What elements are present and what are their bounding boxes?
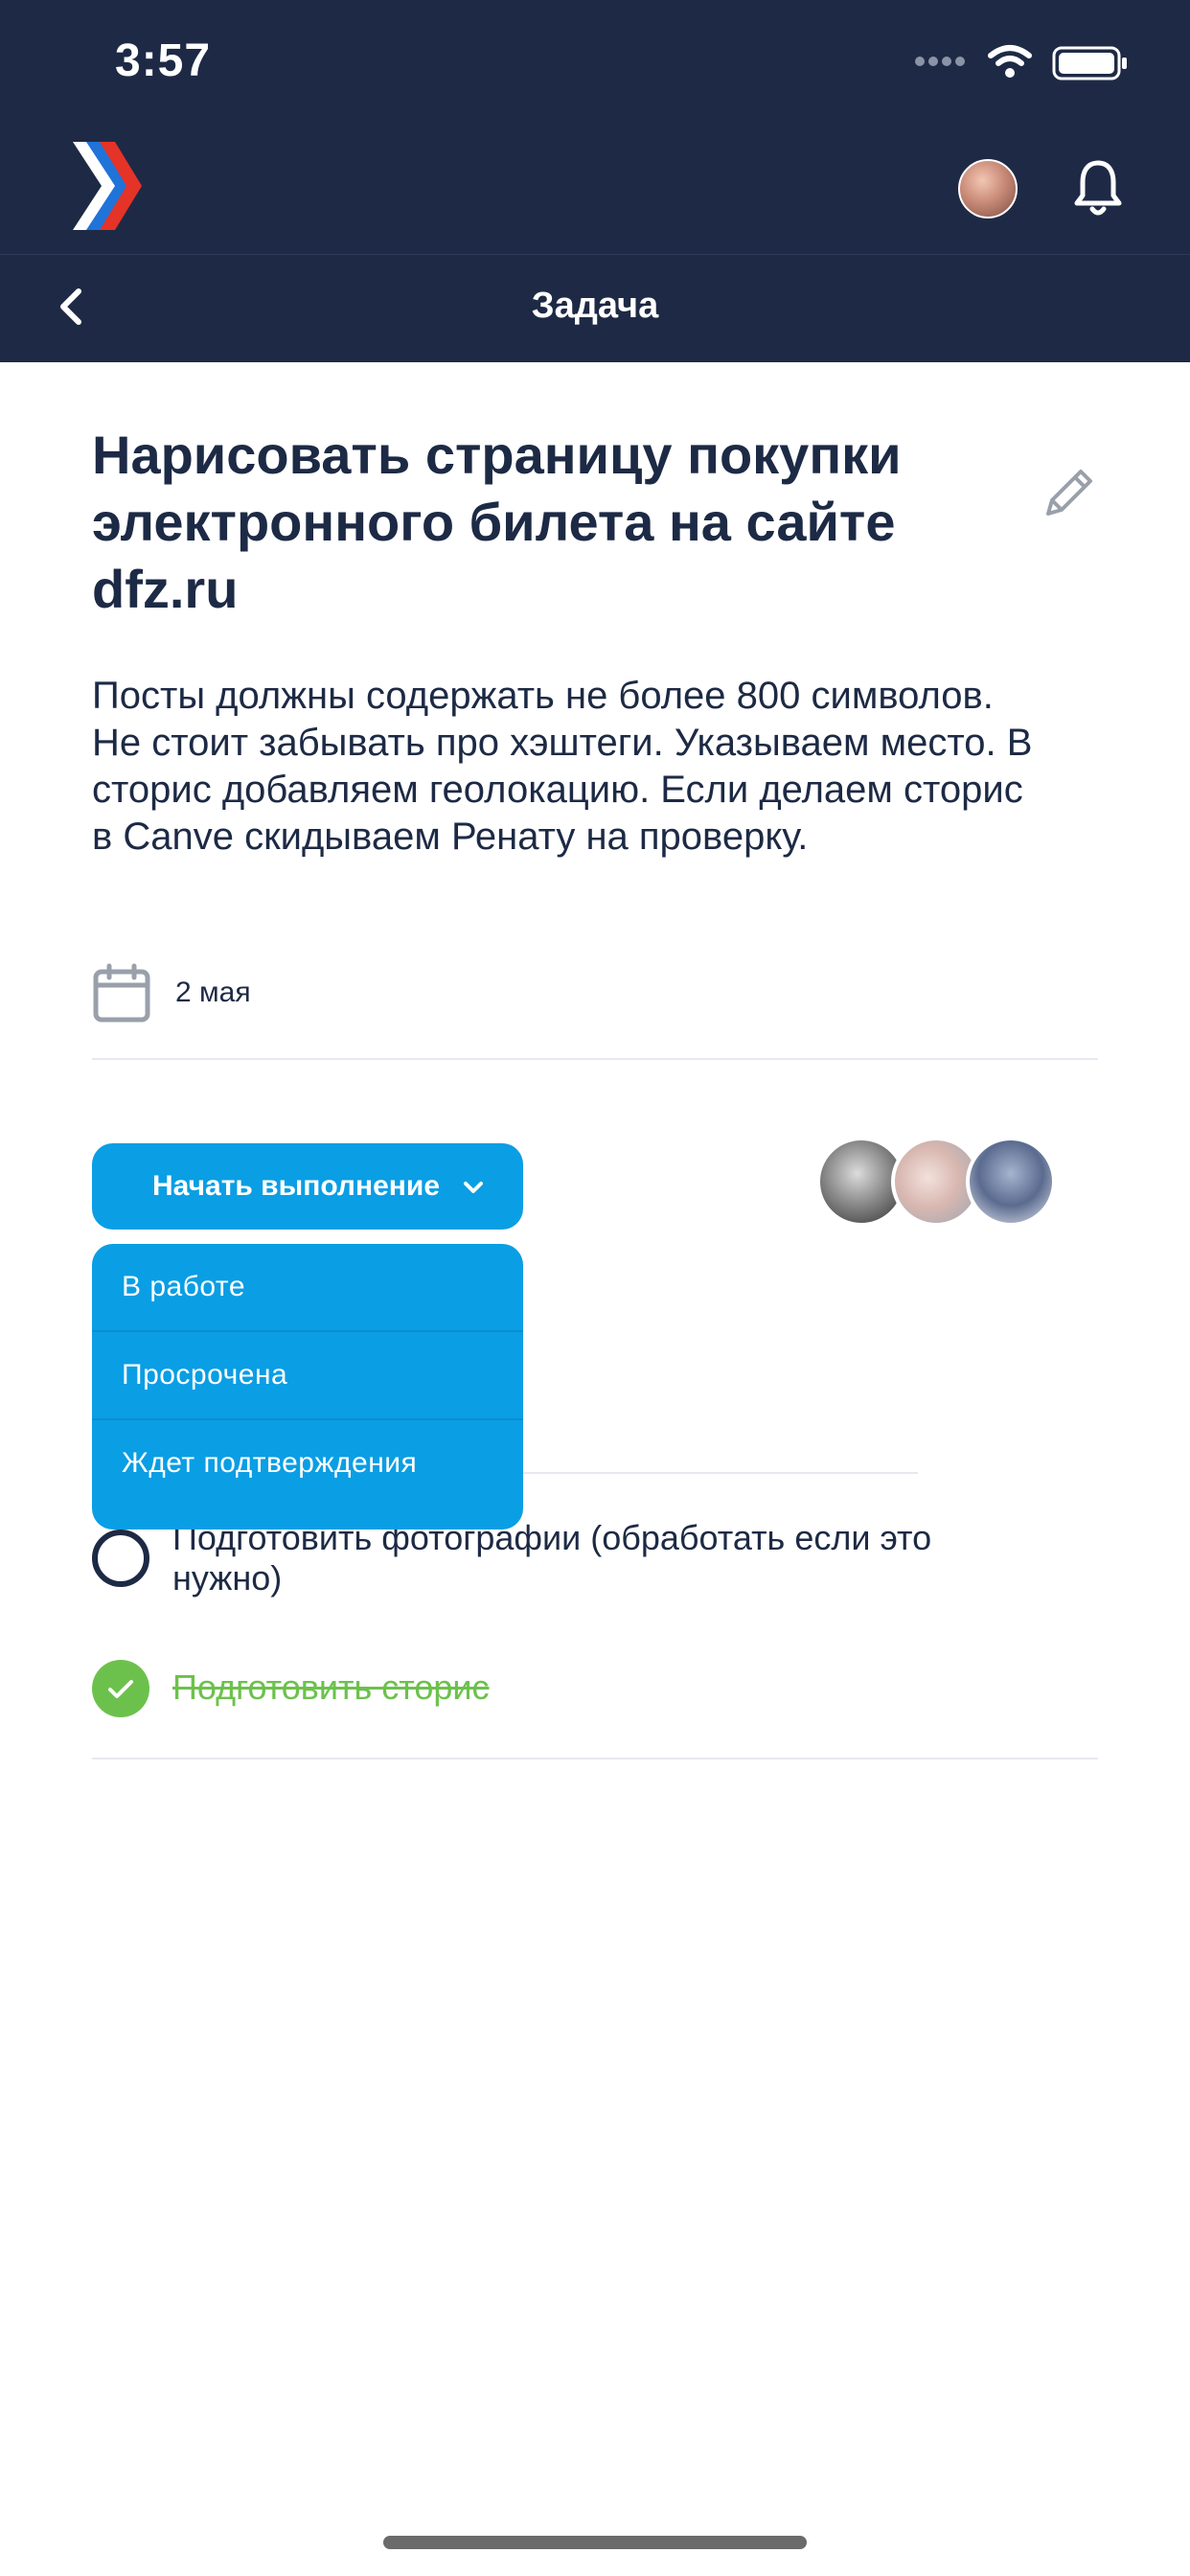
signal-icon (915, 54, 971, 73)
app-logo-icon[interactable] (73, 142, 142, 230)
task-date: 2 мая (175, 977, 251, 1008)
divider (92, 1058, 1098, 1060)
calendar-icon (93, 963, 150, 1023)
chevron-down-icon (464, 1182, 483, 1193)
checked-circle-icon[interactable] (92, 1660, 149, 1717)
dropdown-option-in-work[interactable]: В работе (92, 1244, 523, 1330)
avatar (966, 1137, 1056, 1227)
status-dropdown: В работе Просрочена Ждет подтверждения (92, 1244, 523, 1530)
top-bar: 3:57 (0, 0, 1190, 254)
dropdown-option-awaiting-confirmation[interactable]: Ждет подтверждения (92, 1420, 523, 1506)
wifi-icon (988, 45, 1032, 78)
assignees[interactable] (816, 1137, 1056, 1229)
battery-icon (1052, 46, 1127, 80)
unchecked-circle-icon[interactable] (92, 1530, 149, 1587)
status-time: 3:57 (115, 35, 212, 86)
divider (92, 1758, 1098, 1760)
option-label: Просрочена (122, 1359, 288, 1391)
user-avatar[interactable] (958, 159, 1018, 218)
checklist-item-text: Подготовить фотографии (обработать если … (172, 1518, 932, 1598)
start-execution-button[interactable]: Начать выполнение (92, 1143, 523, 1230)
dropdown-option-overdue[interactable]: Просрочена (92, 1332, 523, 1418)
page-title: Задача (531, 286, 659, 326)
bell-icon[interactable] (1071, 157, 1125, 218)
task-description: Посты должны содержать не более 800 симв… (92, 675, 1033, 858)
option-label: Ждет подтверждения (122, 1447, 418, 1479)
home-indicator[interactable] (383, 2536, 807, 2549)
start-execution-label: Начать выполнение (152, 1170, 441, 1202)
task-title: Нарисовать страницу покупки электронного… (92, 425, 902, 619)
edit-pencil-icon[interactable] (1035, 460, 1102, 527)
option-label: В работе (122, 1271, 246, 1302)
checklist-item-text-done: Подготовить сторис (172, 1668, 490, 1707)
